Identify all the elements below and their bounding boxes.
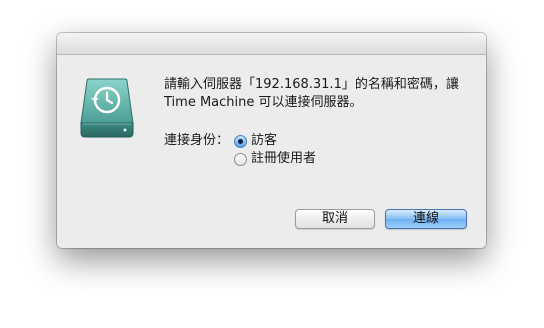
prompt-message-line2: Time Machine 可以連接伺服器。 [164, 95, 363, 110]
cancel-button[interactable]: 取消 [295, 209, 375, 229]
screenshot-stage: 請輸入伺服器「192.168.31.1」的名稱和密碼，讓 Time Machin… [0, 0, 544, 328]
registered-user-option-label: 註冊使用者 [251, 151, 317, 166]
connect-as-label: 連接身份： [164, 133, 230, 148]
connect-button[interactable]: 連線 [385, 209, 467, 229]
time-machine-drive-icon [80, 78, 134, 138]
prompt-message: 請輸入伺服器「192.168.31.1」的名稱和密碼，讓 Time Machin… [164, 76, 474, 112]
dialog-titlebar[interactable] [57, 33, 486, 55]
login-dialog: 請輸入伺服器「192.168.31.1」的名稱和密碼，讓 Time Machin… [57, 33, 486, 248]
guest-radio[interactable] [234, 134, 247, 148]
registered-user-option[interactable]: 註冊使用者 [234, 150, 316, 168]
guest-option-label: 訪客 [251, 133, 278, 148]
guest-option[interactable]: 訪客 [234, 132, 277, 150]
registered-user-radio[interactable] [234, 152, 247, 166]
prompt-message-line1: 請輸入伺服器「192.168.31.1」的名稱和密碼，讓 [164, 77, 459, 92]
